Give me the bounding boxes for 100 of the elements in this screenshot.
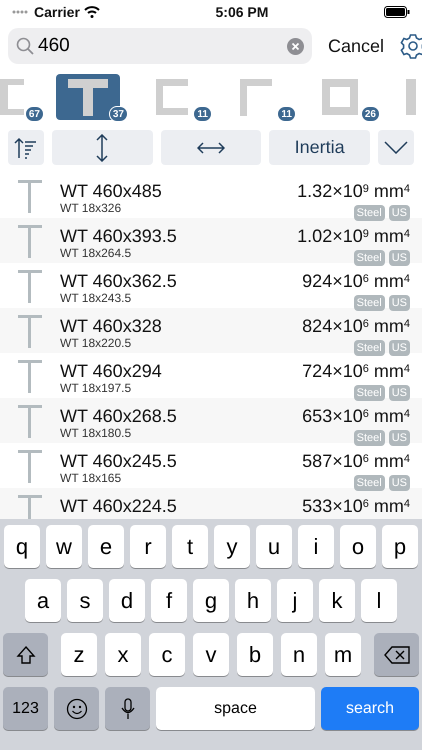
tag-label: US <box>388 385 410 401</box>
tag-label: Steel <box>354 385 385 401</box>
key[interactable]: i <box>298 525 334 568</box>
tag-label: US <box>388 340 410 356</box>
wifi-icon <box>84 6 100 18</box>
key[interactable]: b <box>237 633 273 676</box>
section-name: WT 460x268.5 <box>60 406 178 426</box>
section-alias: WT 18x197.5 <box>60 381 132 396</box>
key[interactable]: r <box>130 525 166 568</box>
tag-label: Steel <box>354 295 385 311</box>
emoji-key[interactable] <box>54 687 99 730</box>
count-badge: 37 <box>108 106 128 122</box>
key[interactable]: k <box>319 579 355 622</box>
battery-icon <box>384 6 410 18</box>
section-alias: WT 18x180.5 <box>60 426 132 441</box>
list-row[interactable]: WT 460x224.5 533×10$^{6}$ mm$^{4}$ <box>0 488 422 519</box>
count-badge: 26 <box>360 106 380 122</box>
key[interactable]: o <box>340 525 376 568</box>
search-icon <box>16 37 34 55</box>
section-alias: WT 18x220.5 <box>60 336 132 351</box>
section-name: WT 460x294 <box>60 361 163 381</box>
tag-label: US <box>388 250 410 266</box>
property-button[interactable]: Inertia <box>269 130 370 165</box>
key[interactable]: y <box>214 525 250 568</box>
key[interactable]: s <box>67 579 103 622</box>
numbers-key[interactable]: 123 <box>3 687 48 730</box>
dropdown-button[interactable] <box>378 130 414 165</box>
section-name: WT 460x485 <box>60 181 163 201</box>
count-badge: 11 <box>193 106 212 122</box>
search-field[interactable]: 460 <box>34 32 287 60</box>
tag-label: Steel <box>354 250 385 266</box>
count-badge: 11 <box>277 106 296 122</box>
search-key[interactable]: search <box>321 687 419 730</box>
tag-label: Steel <box>354 205 385 221</box>
inertia-value: 1.32×10$^{9}$ mm$^{4}$ <box>297 181 410 201</box>
section-name: WT 460x328 <box>60 316 163 336</box>
key[interactable]: e <box>88 525 124 568</box>
microphone-key[interactable] <box>105 687 150 730</box>
signal-icon <box>12 9 30 15</box>
sort-button[interactable] <box>8 130 44 165</box>
section-alias: WT 18x264.5 <box>60 246 132 261</box>
key[interactable]: j <box>277 579 313 622</box>
key[interactable]: p <box>382 525 418 568</box>
width-button[interactable] <box>160 130 262 165</box>
delete-key[interactable] <box>374 633 419 676</box>
tag-label: US <box>388 205 410 221</box>
list-row[interactable]: WT 460x268.5 WT 18x180.5 653×10$^{6}$ mm$^{4}$ Steel US <box>0 398 422 443</box>
key[interactable]: z <box>61 633 97 676</box>
tag-label: Steel <box>354 340 385 356</box>
settings-icon <box>400 33 422 59</box>
key[interactable]: q <box>4 525 40 568</box>
shift-icon <box>16 644 36 664</box>
section-name: WT 460x393.5 <box>60 226 178 246</box>
section-alias: WT 18x326 <box>60 201 122 216</box>
tag-label: Steel <box>354 430 385 446</box>
inertia-value: 1.02×10$^{9}$ mm$^{4}$ <box>297 226 410 246</box>
key[interactable]: d <box>109 579 145 622</box>
inertia-value: 653×10$^{6}$ mm$^{4}$ <box>302 406 410 426</box>
tag-label: Steel <box>354 475 385 491</box>
carrier-name: Carrier <box>34 2 80 22</box>
tag-label: US <box>388 430 410 446</box>
list-row[interactable]: WT 460x393.5 WT 18x264.5 1.02×10$^{9}$ mm$^{4}$ Steel US <box>0 218 422 263</box>
key[interactable]: x <box>105 633 141 676</box>
key[interactable]: v <box>193 633 229 676</box>
list-row[interactable]: WT 460x328 WT 18x220.5 824×10$^{6}$ mm$^{4}$ Steel US <box>0 308 422 353</box>
status-time: 5:06 PM <box>216 2 268 22</box>
microphone-icon <box>120 698 134 720</box>
key[interactable]: f <box>151 579 187 622</box>
key[interactable]: a <box>25 579 61 622</box>
section-name: WT 460x362.5 <box>60 271 178 291</box>
delete-icon <box>384 646 410 664</box>
inertia-value: 724×10$^{6}$ mm$^{4}$ <box>302 361 410 381</box>
inertia-value: 824×10$^{6}$ mm$^{4}$ <box>302 316 410 336</box>
search-bar[interactable]: 460 <box>8 28 312 64</box>
depth-button[interactable] <box>52 130 153 165</box>
section-name: WT 460x245.5 <box>60 451 178 471</box>
tag-label: US <box>388 475 410 491</box>
emoji-icon <box>66 698 88 720</box>
key[interactable]: n <box>281 633 317 676</box>
sort-icon <box>14 136 38 158</box>
key[interactable]: l <box>361 579 397 622</box>
count-badge: 67 <box>24 106 44 122</box>
key[interactable]: u <box>256 525 292 568</box>
cancel-button[interactable]: Cancel <box>328 32 384 60</box>
key[interactable]: h <box>235 579 271 622</box>
clear-icon <box>287 38 304 54</box>
key[interactable]: t <box>172 525 208 568</box>
section-alias: WT 18x165 <box>60 471 122 486</box>
inertia-value: 587×10$^{6}$ mm$^{4}$ <box>302 451 410 471</box>
key[interactable]: c <box>149 633 185 676</box>
key[interactable]: g <box>193 579 229 622</box>
horizontal-arrows-icon <box>197 142 225 154</box>
key[interactable]: m <box>325 633 361 676</box>
tag-label: US <box>388 295 410 311</box>
chevron-down-icon <box>384 141 408 154</box>
section-alias: WT 18x243.5 <box>60 291 132 306</box>
key[interactable]: w <box>46 525 82 568</box>
shift-key[interactable] <box>3 633 48 676</box>
space-key[interactable]: space <box>156 687 315 730</box>
inertia-value: 924×10$^{6}$ mm$^{4}$ <box>302 271 410 291</box>
